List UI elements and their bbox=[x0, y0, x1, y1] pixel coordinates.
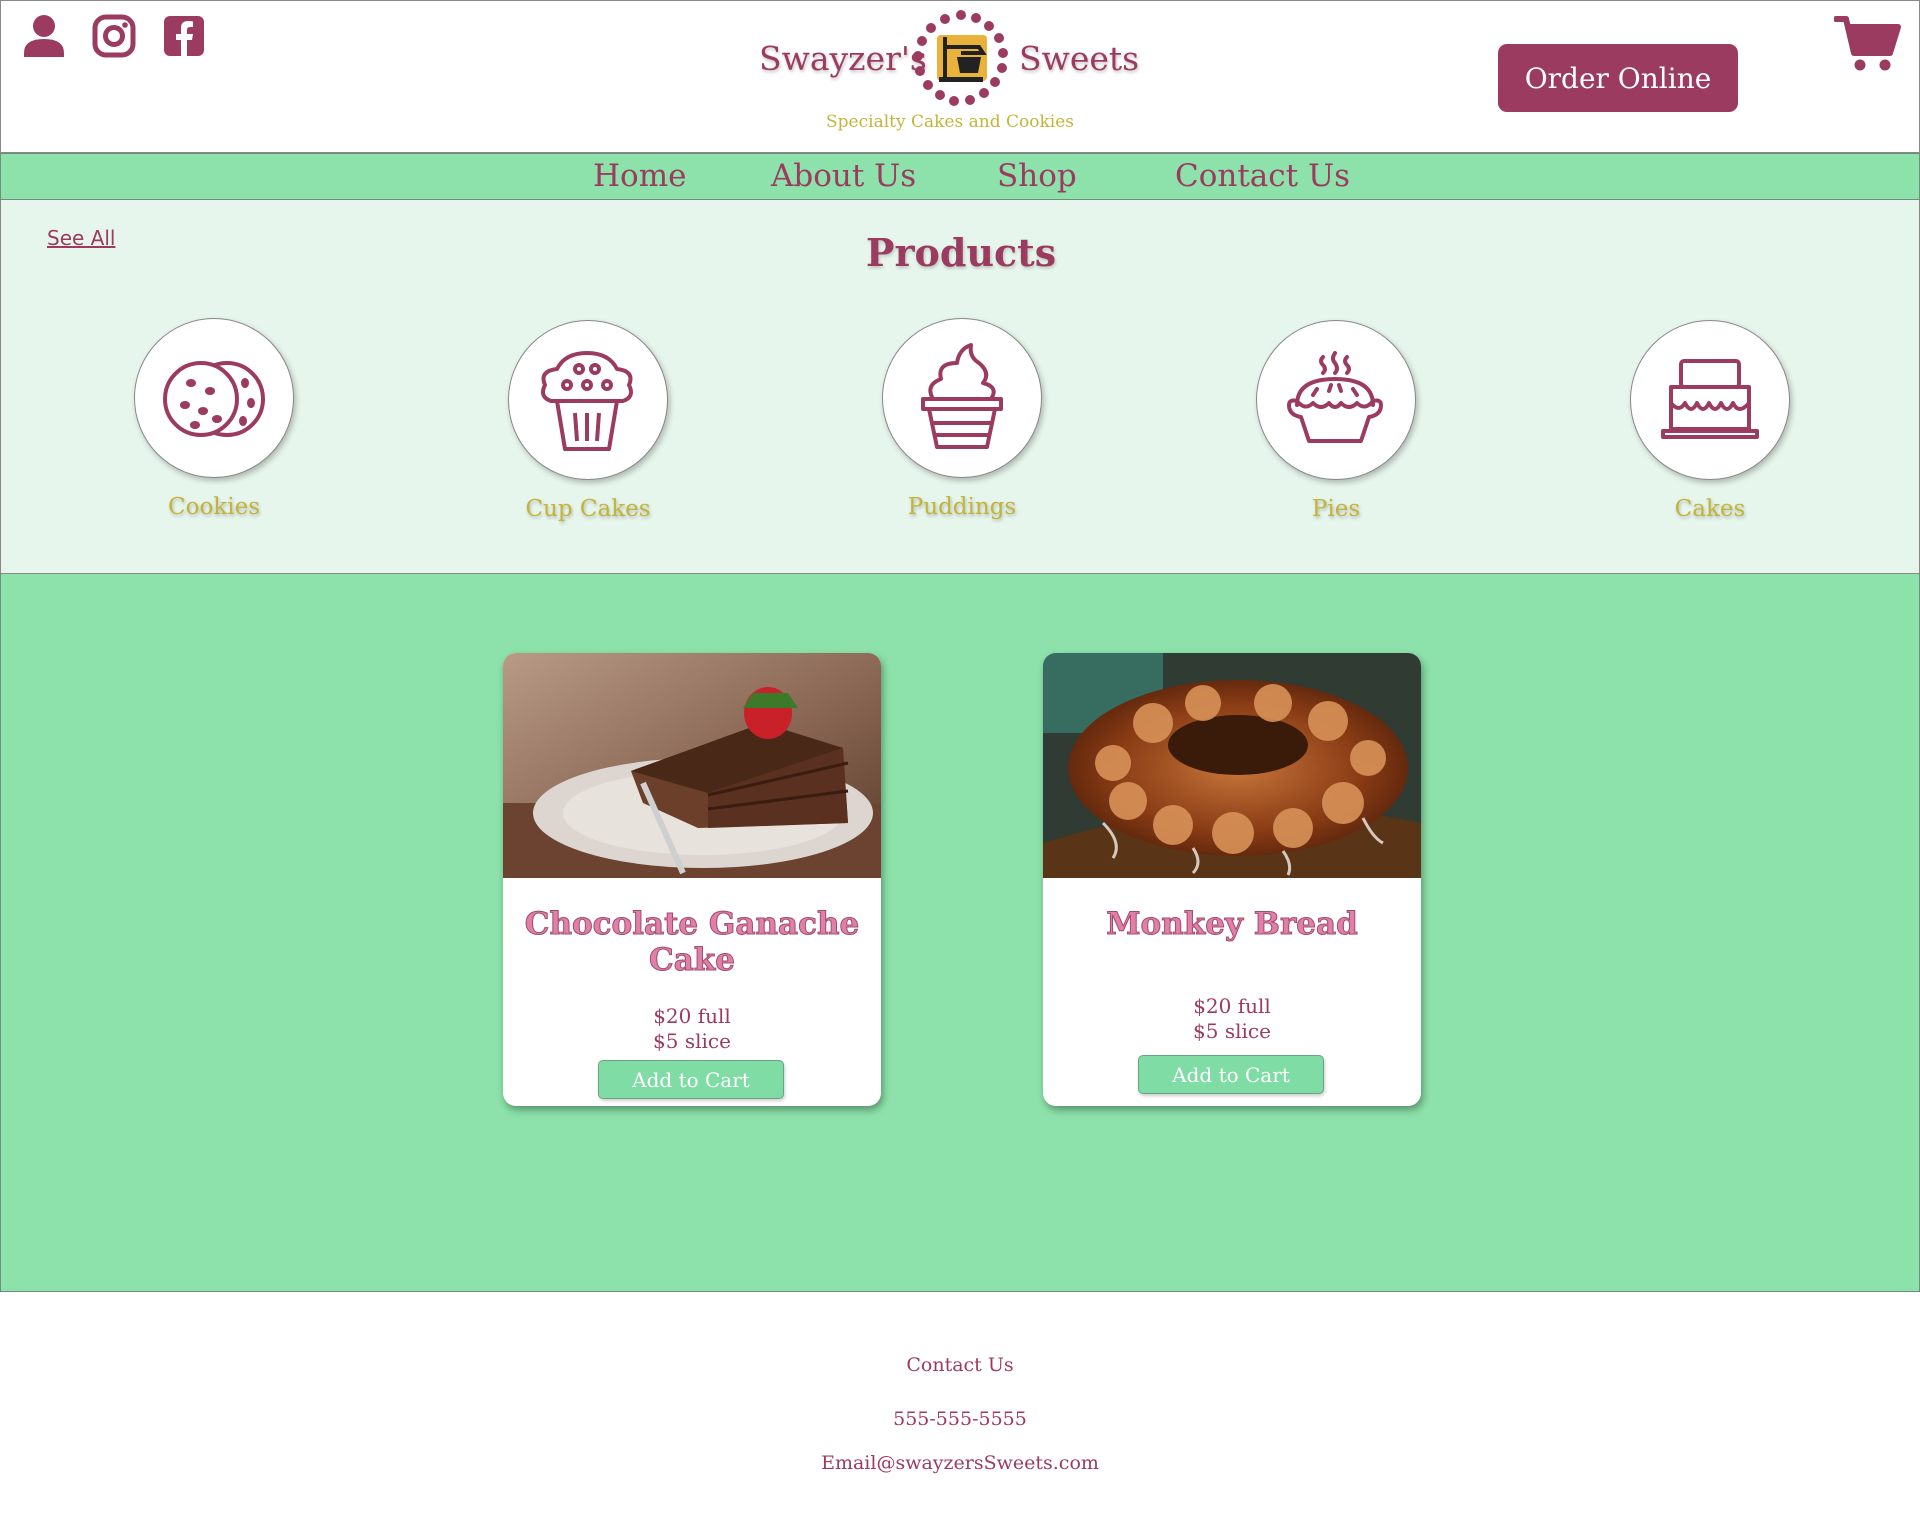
chocolate-cake-photo bbox=[503, 653, 881, 878]
nav-shop[interactable]: Shop bbox=[997, 158, 1077, 194]
monkey-bread-photo bbox=[1043, 653, 1421, 878]
order-online-button[interactable]: Order Online bbox=[1498, 44, 1738, 112]
cookies-icon bbox=[163, 361, 265, 437]
products-section: See All Products Cookies Cup Cakes Puddi… bbox=[0, 200, 1920, 574]
footer-email[interactable]: Email@swayzersSweets.com bbox=[0, 1452, 1920, 1474]
site-footer: Contact Us 555-555-5555 Email@swayzersSw… bbox=[0, 1292, 1920, 1536]
main-nav: Home About Us Shop Contact Us bbox=[0, 153, 1920, 200]
product-name: Chocolate Ganache Cake bbox=[524, 906, 860, 979]
instagram-icon[interactable] bbox=[91, 13, 137, 59]
nav-home[interactable]: Home bbox=[593, 158, 686, 194]
category-puddings[interactable]: Puddings bbox=[852, 318, 1072, 520]
add-to-cart-button[interactable]: Add to Cart bbox=[1138, 1055, 1324, 1094]
mixer-logo-icon bbox=[913, 10, 1008, 106]
brand-name-left: Swayzer's bbox=[759, 39, 927, 78]
user-icon[interactable] bbox=[21, 13, 67, 59]
category-cookies[interactable]: Cookies bbox=[104, 318, 324, 520]
facebook-icon[interactable] bbox=[161, 13, 207, 59]
price-full: $20 full bbox=[1193, 994, 1271, 1018]
brand-logo[interactable]: Swayzer's Sweets Specialty Cakes and Coo… bbox=[757, 9, 1139, 139]
pudding-icon bbox=[921, 343, 1003, 449]
add-to-cart-button[interactable]: Add to Cart bbox=[598, 1060, 784, 1099]
product-card-chocolate-ganache[interactable]: Chocolate Ganache Cake $20 full $5 slice… bbox=[503, 653, 881, 1106]
price-slice: $5 slice bbox=[653, 1029, 731, 1053]
product-card-monkey-bread[interactable]: Monkey Bread $20 full $5 slice Add to Ca… bbox=[1043, 653, 1421, 1106]
brand-name-right: Sweets bbox=[1019, 39, 1140, 78]
category-cupcakes[interactable]: Cup Cakes bbox=[478, 320, 698, 522]
social-links bbox=[21, 13, 207, 59]
products-title: Products bbox=[865, 230, 1057, 275]
category-label: Cakes bbox=[1674, 496, 1746, 522]
category-pies[interactable]: Pies bbox=[1226, 320, 1446, 522]
category-cakes[interactable]: Cakes bbox=[1600, 320, 1820, 522]
footer-contact-heading: Contact Us bbox=[906, 1354, 1014, 1376]
category-label: Cookies bbox=[168, 494, 260, 520]
category-label: Puddings bbox=[907, 494, 1017, 520]
site-header: Swayzer's Sweets Specialty Cakes and Coo… bbox=[0, 0, 1920, 153]
pie-icon bbox=[1287, 351, 1383, 443]
footer-phone[interactable]: 555-555-5555 bbox=[0, 1408, 1920, 1430]
category-label: Cup Cakes bbox=[525, 496, 651, 522]
nav-contact-us[interactable]: Contact Us bbox=[1175, 158, 1350, 194]
cake-icon bbox=[1661, 359, 1759, 439]
featured-products: Chocolate Ganache Cake $20 full $5 slice… bbox=[0, 574, 1920, 1292]
nav-about-us[interactable]: About Us bbox=[771, 158, 916, 194]
cupcake-icon bbox=[541, 351, 633, 451]
brand-tagline: Specialty Cakes and Cookies bbox=[826, 112, 1074, 132]
category-label: Pies bbox=[1311, 496, 1361, 522]
price-full: $20 full bbox=[653, 1004, 731, 1028]
product-name: Monkey Bread bbox=[1106, 906, 1359, 943]
price-slice: $5 slice bbox=[1193, 1019, 1271, 1043]
cart-icon[interactable] bbox=[1834, 13, 1902, 73]
